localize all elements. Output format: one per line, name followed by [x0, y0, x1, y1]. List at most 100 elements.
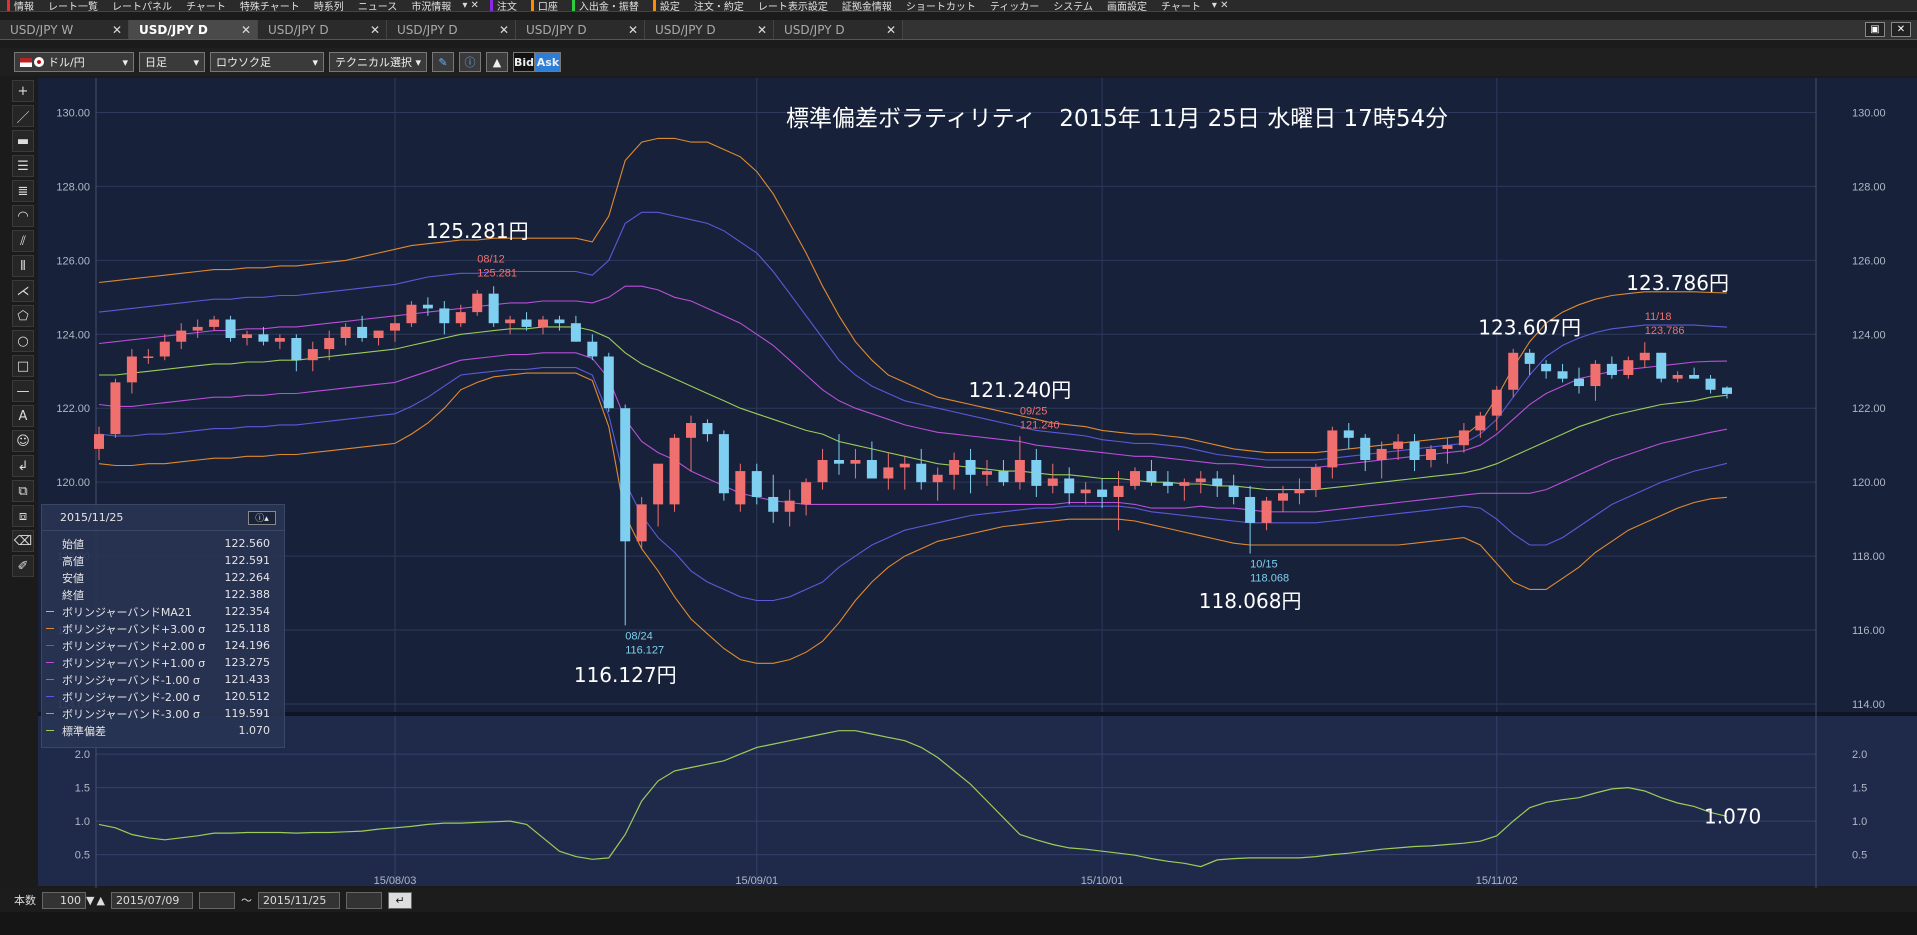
candle-body: [1261, 500, 1272, 523]
marker-date-label: 09/25: [1020, 405, 1048, 417]
menu-item[interactable]: ショートカット: [899, 0, 983, 11]
candle-body: [1376, 448, 1387, 460]
pentagon-icon[interactable]: ⬠: [12, 305, 34, 327]
menu-item[interactable]: ティッカー: [983, 0, 1046, 11]
menu-dropdown-icon[interactable]: ▾ ✕: [458, 0, 483, 11]
row-name: ボリンジャーバンド+1.00 σ: [62, 656, 206, 670]
fan-lines-icon[interactable]: ⫽: [12, 230, 34, 252]
menu-item-label: レート表示設定: [757, 2, 828, 12]
ask-button[interactable]: Ask: [535, 52, 561, 72]
crosshair-icon[interactable]: +: [12, 80, 34, 102]
pencil-icon[interactable]: ✎: [432, 52, 454, 72]
menu-item[interactable]: チャート: [1154, 0, 1208, 12]
pitchfork-icon[interactable]: ⋌: [12, 280, 34, 302]
candle-body: [1442, 445, 1453, 449]
menu-item[interactable]: 証拠金情報: [835, 0, 899, 11]
candle-body: [1574, 378, 1584, 387]
menu-item[interactable]: 市況情報: [404, 0, 458, 12]
candle-body: [702, 423, 713, 435]
menu-item-label: チャート: [1161, 2, 1201, 12]
info-collapse-icon[interactable]: ⓘ▴: [248, 510, 276, 525]
candle-body: [340, 326, 351, 338]
chevron-down-icon[interactable]: ▼: [86, 894, 94, 907]
chart-tab[interactable]: USD/JPY D ✕: [516, 20, 645, 39]
menu-item[interactable]: 設定: [646, 0, 687, 11]
from-time-field[interactable]: [198, 891, 235, 909]
close-tab-icon[interactable]: ✕: [241, 23, 251, 37]
menu-item-label: 情報: [14, 2, 34, 12]
to-date-field[interactable]: 2015/11/25: [257, 891, 340, 909]
chart-tab[interactable]: USD/JPY D ✕: [387, 20, 516, 39]
bid-button[interactable]: Bid: [513, 52, 535, 72]
rectangle-icon[interactable]: □: [12, 355, 34, 377]
close-tab-icon[interactable]: ✕: [499, 23, 509, 37]
candle-body: [1722, 387, 1732, 394]
price-annotation: 121.240円: [969, 378, 1072, 402]
menu-item[interactable]: レートパネル: [105, 0, 179, 11]
multi-lines-icon[interactable]: ≣: [12, 180, 34, 202]
row-value: 119.591: [224, 707, 271, 720]
menu-item[interactable]: ニュース: [351, 0, 405, 11]
from-date-field[interactable]: 2015/07/09: [110, 891, 193, 909]
info-icon[interactable]: ⓘ: [459, 52, 481, 72]
ruler-icon[interactable]: ▬: [12, 130, 34, 152]
text-icon[interactable]: A: [12, 405, 34, 427]
menu-color-bar: [571, 0, 575, 11]
line-icon[interactable]: —: [12, 380, 34, 402]
to-time-field[interactable]: [345, 891, 382, 909]
chart-tab[interactable]: USD/JPY D ✕: [258, 20, 387, 39]
horizontal-lines-icon[interactable]: ☰: [12, 155, 34, 177]
menu-item[interactable]: レート一覧: [41, 0, 105, 11]
period-select[interactable]: 日足 ▾: [139, 52, 205, 72]
smiley-icon[interactable]: ☺: [12, 430, 34, 452]
eraser-icon[interactable]: ⌫: [12, 530, 34, 552]
fibonacci-arc-icon[interactable]: ◠: [12, 205, 34, 227]
currency-pair-select[interactable]: ドル/円 ▾: [14, 52, 134, 72]
circle-icon[interactable]: ○: [12, 330, 34, 352]
chart-tab[interactable]: USD/JPY D ✕: [129, 20, 258, 39]
close-tab-icon[interactable]: ✕: [886, 23, 896, 37]
menu-item[interactable]: システム: [1046, 0, 1100, 11]
chart-tab[interactable]: USD/JPY D ✕: [645, 20, 774, 39]
magnet-icon[interactable]: ↲: [12, 455, 34, 477]
area-chart-icon[interactable]: ▲: [486, 52, 508, 72]
chart-tab[interactable]: USD/JPY D ✕: [774, 20, 903, 39]
count-field[interactable]: 100: [42, 891, 86, 909]
candle-body: [603, 356, 614, 409]
chart-tab[interactable]: USD/JPY W ✕: [0, 20, 129, 39]
menu-item[interactable]: 口座: [524, 0, 565, 11]
technical-select[interactable]: テクニカル選択 ▾: [329, 52, 427, 72]
candle-body: [1130, 471, 1140, 486]
menu-item-label: 市況情報: [411, 2, 452, 12]
eraser-all-icon[interactable]: ✐: [12, 555, 34, 577]
menu-item[interactable]: 時系列: [307, 0, 351, 11]
close-tab-icon[interactable]: ✕: [112, 23, 122, 37]
copy-icon[interactable]: ⧉: [12, 480, 34, 502]
menu-item[interactable]: チャート: [179, 0, 233, 12]
close-icon[interactable]: ✕: [1891, 22, 1911, 37]
layers-icon[interactable]: ⧈: [12, 505, 34, 527]
menu-item[interactable]: 情報: [0, 0, 41, 12]
menu-item[interactable]: レート表示設定: [751, 0, 835, 12]
menu-item[interactable]: 注文・約定: [687, 0, 751, 11]
chevron-up-icon[interactable]: ▲: [96, 894, 104, 907]
chart-type-select[interactable]: ロウソク足 ▾: [210, 52, 324, 72]
return-icon[interactable]: ↵: [387, 891, 412, 909]
range-tilde: ～: [240, 894, 252, 907]
menu-dropdown-icon[interactable]: ▾ ✕: [1208, 0, 1233, 11]
close-tab-icon[interactable]: ✕: [628, 23, 638, 37]
candle-body: [324, 338, 335, 350]
close-tab-icon[interactable]: ✕: [757, 23, 767, 37]
chart-area[interactable]: 130.00 130.00 128.00 128.00 126.00 126.00 124.…: [38, 78, 1917, 888]
close-tab-icon[interactable]: ✕: [370, 23, 380, 37]
menu-item[interactable]: 特殊チャート: [233, 0, 307, 11]
candle-body: [1590, 363, 1601, 387]
menu-item-label: チャート: [186, 2, 226, 12]
menu-item[interactable]: 注文: [483, 0, 524, 11]
vertical-lines-icon[interactable]: ⦀: [12, 255, 34, 277]
candle-body: [1080, 489, 1091, 494]
menu-item[interactable]: 画面設定: [1100, 0, 1154, 11]
maximize-icon[interactable]: ▣: [1865, 22, 1885, 37]
menu-item[interactable]: 入出金・振替: [565, 0, 646, 11]
trendline-icon[interactable]: ／: [12, 105, 34, 127]
